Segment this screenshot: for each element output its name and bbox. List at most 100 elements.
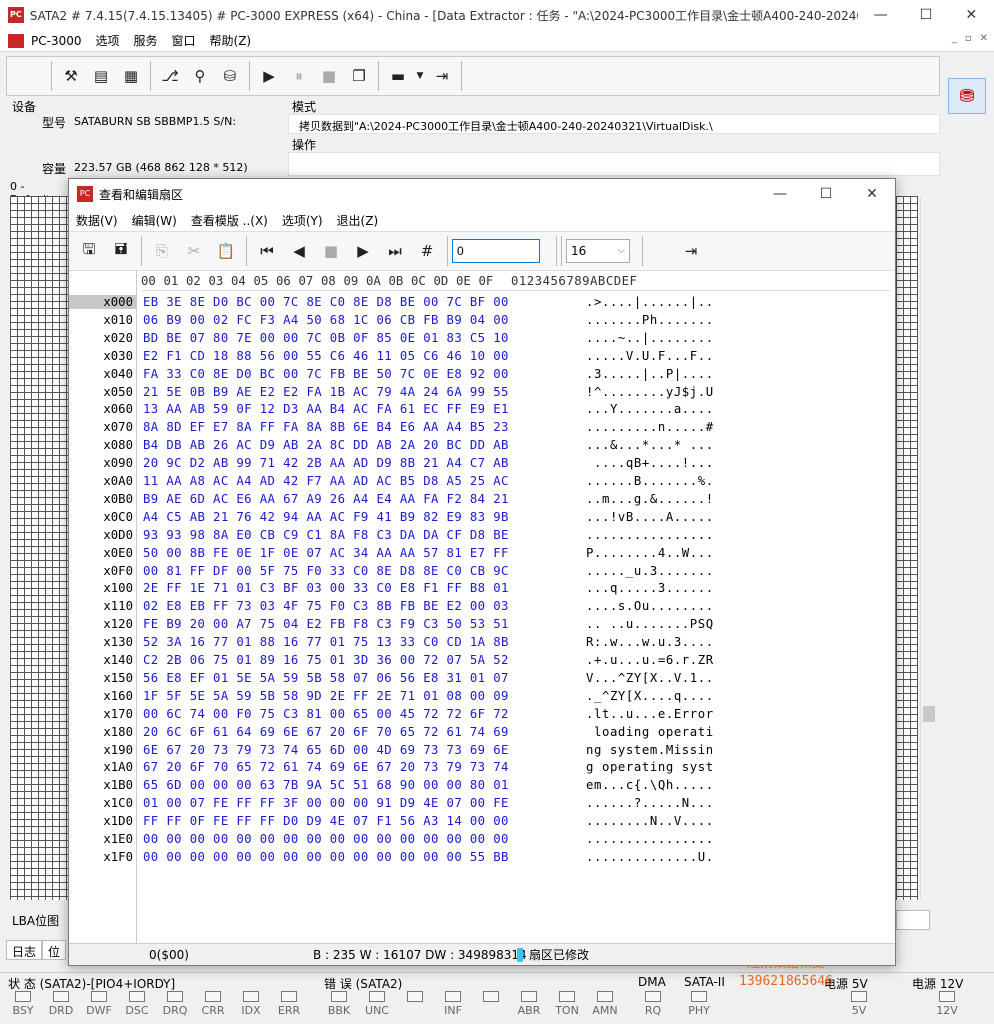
- hex-row[interactable]: x180 20 6C 6F 61 64 69 6E 67 20 6F 70 65 …: [69, 723, 895, 741]
- hex-row[interactable]: x080 B4 DB AB 26 AC D9 AB 2A 8C DD AB 2A …: [69, 436, 895, 454]
- hex-row[interactable]: x120 FE B9 20 00 A7 75 04 E2 FB F8 C3 F9 …: [69, 615, 895, 633]
- pause-icon[interactable]: ⏸: [284, 61, 314, 91]
- tab-position[interactable]: 位: [42, 940, 67, 960]
- dialog-maximize-button[interactable]: ☐: [803, 179, 849, 209]
- hex-row[interactable]: x0B0 B9 AE 6D AC E6 AA 67 A9 26 A4 E4 AA …: [69, 490, 895, 508]
- mdi-close-button[interactable]: ✕: [980, 33, 988, 44]
- mdi-minimize-button[interactable]: _: [952, 33, 957, 44]
- last-sector-icon[interactable]: ⏭: [379, 236, 411, 266]
- goto-sector-icon[interactable]: #: [411, 236, 443, 266]
- row-hex[interactable]: 00 81 FF DF 00 5F 75 F0 33 C0 8E D8 8E C…: [143, 564, 569, 578]
- row-hex[interactable]: 20 6C 6F 61 64 69 6E 67 20 6F 70 65 72 6…: [143, 725, 569, 739]
- map-tab[interactable]: 0 - Default: [10, 180, 68, 206]
- row-hex[interactable]: 50 00 8B FE 0E 1F 0E 07 AC 34 AA AA 57 8…: [143, 546, 569, 560]
- menu-options[interactable]: 选项: [88, 32, 126, 49]
- hex-row[interactable]: x100 2E FF 1E 71 01 C3 BF 03 00 33 C0 E8 …: [69, 579, 895, 597]
- row-hex[interactable]: 2E FF 1E 71 01 C3 BF 03 00 33 C0 E8 F1 F…: [143, 581, 569, 595]
- row-hex[interactable]: 65 6D 00 00 00 63 7B 9A 5C 51 68 90 00 0…: [143, 778, 569, 792]
- tab-log[interactable]: 日志: [6, 940, 43, 960]
- row-hex[interactable]: 02 E8 EB FF 73 03 4F 75 F0 C3 8B FB BE E…: [143, 599, 569, 613]
- hex-row[interactable]: x130 52 3A 16 77 01 88 16 77 01 75 13 33 …: [69, 633, 895, 651]
- hex-row[interactable]: x030 E2 F1 CD 18 88 56 00 55 C6 46 11 05 …: [69, 347, 895, 365]
- row-hex[interactable]: 6E 67 20 73 79 73 74 65 6D 00 4D 69 73 7…: [143, 743, 569, 757]
- minimize-button[interactable]: —: [858, 0, 903, 30]
- row-hex[interactable]: 67 20 6F 70 65 72 61 74 69 6E 67 20 73 7…: [143, 760, 569, 774]
- maximize-button[interactable]: ☐: [903, 0, 948, 30]
- menu-data[interactable]: 数据(V): [69, 212, 125, 229]
- hex-row[interactable]: x110 02 E8 EB FF 73 03 4F 75 F0 C3 8B FB …: [69, 597, 895, 615]
- columns-select[interactable]: 16 ⌵: [566, 239, 630, 263]
- paste-icon[interactable]: 📋: [210, 236, 242, 266]
- menu-dialog-options[interactable]: 选项(Y): [275, 212, 330, 229]
- row-hex[interactable]: A4 C5 AB 21 76 42 94 AA AC F9 41 B9 82 E…: [143, 510, 569, 524]
- dialog-exit-icon[interactable]: ⇥: [675, 236, 707, 266]
- hex-row[interactable]: x1A0 67 20 6F 70 65 72 61 74 69 6E 67 20 …: [69, 758, 895, 776]
- exit-icon[interactable]: ⇥: [427, 61, 457, 91]
- hex-row[interactable]: x0A0 11 AA A8 AC A4 AD 42 F7 AA AD AC B5 …: [69, 472, 895, 490]
- tree-icon[interactable]: ⎇: [155, 61, 185, 91]
- menu-pc3000[interactable]: PC-3000: [24, 34, 88, 48]
- save-as-icon[interactable]: 🖬: [105, 236, 137, 266]
- hex-row[interactable]: x160 1F 5F 5E 5A 59 5B 58 9D 2E FF 2E 71 …: [69, 687, 895, 705]
- chevron-down-icon[interactable]: ▼: [413, 61, 427, 91]
- hex-row[interactable]: x040 FA 33 C0 8E D0 BC 00 7C FB BE 50 7C …: [69, 365, 895, 383]
- stop-icon[interactable]: ■: [314, 61, 344, 91]
- prev-sector-icon[interactable]: ◀: [283, 236, 315, 266]
- hex-row[interactable]: x0E0 50 00 8B FE 0E 1F 0E 07 AC 34 AA AA …: [69, 544, 895, 562]
- row-hex[interactable]: 8A 8D EF E7 8A FF FA 8A 8B 6E B4 E6 AA A…: [143, 420, 569, 434]
- hex-row[interactable]: x1F0 00 00 00 00 00 00 00 00 00 00 00 00 …: [69, 848, 895, 866]
- screen-icon[interactable]: ▬: [383, 61, 413, 91]
- copy-icon[interactable]: ⎘: [146, 236, 178, 266]
- row-hex[interactable]: B4 DB AB 26 AC D9 AB 2A 8C DD AB 2A 20 B…: [143, 438, 569, 452]
- hex-row[interactable]: x0C0 A4 C5 AB 21 76 42 94 AA AC F9 41 B9 …: [69, 508, 895, 526]
- hex-row[interactable]: x150 56 E8 EF 01 5E 5A 59 5B 58 07 06 56 …: [69, 669, 895, 687]
- hex-row[interactable]: x010 06 B9 00 02 FC F3 A4 50 68 1C 06 CB …: [69, 311, 895, 329]
- sector-offset-input[interactable]: [452, 239, 540, 263]
- hex-row[interactable]: x000 EB 3E 8E D0 BC 00 7C 8E C0 8E D8 BE …: [69, 293, 895, 311]
- hex-row[interactable]: x0D0 93 93 98 8A E0 CB C9 C1 8A F8 C3 DA …: [69, 526, 895, 544]
- row-hex[interactable]: 00 6C 74 00 F0 75 C3 81 00 65 00 45 72 7…: [143, 707, 569, 721]
- menu-window[interactable]: 窗口: [165, 32, 203, 49]
- row-hex[interactable]: 20 9C D2 AB 99 71 42 2B AA AD D9 8B 21 A…: [143, 456, 569, 470]
- row-hex[interactable]: 11 AA A8 AC A4 AD 42 F7 AA AD AC B5 D8 A…: [143, 474, 569, 488]
- map-scrollbar[interactable]: [920, 196, 936, 900]
- row-hex[interactable]: 1F 5F 5E 5A 59 5B 58 9D 2E FF 2E 71 01 0…: [143, 689, 569, 703]
- row-hex[interactable]: 21 5E 0B B9 AE E2 E2 FA 1B AC 79 4A 24 6…: [143, 385, 569, 399]
- hex-row[interactable]: x090 20 9C D2 AB 99 71 42 2B AA AD D9 8B …: [69, 454, 895, 472]
- row-hex[interactable]: 52 3A 16 77 01 88 16 77 01 75 13 33 C0 C…: [143, 635, 569, 649]
- menu-help[interactable]: 帮助(Z): [203, 32, 259, 49]
- next-sector-icon[interactable]: ▶: [347, 236, 379, 266]
- binoculars-icon[interactable]: ⚲: [185, 61, 215, 91]
- row-hex[interactable]: 00 00 00 00 00 00 00 00 00 00 00 00 00 0…: [143, 850, 569, 864]
- row-hex[interactable]: FA 33 C0 8E D0 BC 00 7C FB BE 50 7C 0E E…: [143, 367, 569, 381]
- menu-edit[interactable]: 编辑(W): [125, 212, 184, 229]
- database-icon[interactable]: ⛃: [948, 78, 986, 114]
- hex-row[interactable]: x1D0 FF FF 0F FE FF FF D0 D9 4E 07 F1 56 …: [69, 812, 895, 830]
- cut-icon[interactable]: ✂: [178, 236, 210, 266]
- close-button[interactable]: ✕: [949, 0, 994, 30]
- menu-exit[interactable]: 退出(Z): [330, 212, 386, 229]
- menu-view-template[interactable]: 查看模版 ..(X): [184, 212, 275, 229]
- hex-row[interactable]: x060 13 AA AB 59 0F 12 D3 AA B4 AC FA 61 …: [69, 400, 895, 418]
- row-hex[interactable]: FE B9 20 00 A7 75 04 E2 FB F8 C3 F9 C3 5…: [143, 617, 569, 631]
- save-icon[interactable]: 🖫: [73, 236, 105, 266]
- row-hex[interactable]: FF FF 0F FE FF FF D0 D9 4E 07 F1 56 A3 1…: [143, 814, 569, 828]
- mdi-restore-button[interactable]: ▫: [965, 33, 972, 44]
- hex-row[interactable]: x1B0 65 6D 00 00 00 63 7B 9A 5C 51 68 90 …: [69, 776, 895, 794]
- hex-row[interactable]: x140 C2 2B 06 75 01 89 16 75 01 3D 36 00 …: [69, 651, 895, 669]
- row-hex[interactable]: 00 00 00 00 00 00 00 00 00 00 00 00 00 0…: [143, 832, 569, 846]
- first-sector-icon[interactable]: ⏮: [251, 236, 283, 266]
- hex-row[interactable]: x190 6E 67 20 73 79 73 74 65 6D 00 4D 69 …: [69, 741, 895, 759]
- stop-sector-icon[interactable]: ■: [315, 236, 347, 266]
- row-hex[interactable]: C2 2B 06 75 01 89 16 75 01 3D 36 00 72 0…: [143, 653, 569, 667]
- hex-row[interactable]: x070 8A 8D EF E7 8A FF FA 8A 8B 6E B4 E6 …: [69, 418, 895, 436]
- windows-icon[interactable]: ❐: [344, 61, 374, 91]
- row-hex[interactable]: E2 F1 CD 18 88 56 00 55 C6 46 11 05 C6 4…: [143, 349, 569, 363]
- hex-row[interactable]: x020 BD BE 07 80 7E 00 00 7C 0B 0F 85 0E …: [69, 329, 895, 347]
- tools-icon[interactable]: ⚒: [56, 61, 86, 91]
- row-hex[interactable]: BD BE 07 80 7E 00 00 7C 0B 0F 85 0E 01 8…: [143, 331, 569, 345]
- hex-row[interactable]: x1E0 00 00 00 00 00 00 00 00 00 00 00 00 …: [69, 830, 895, 848]
- hex-row[interactable]: x1C0 01 00 07 FE FF FF 3F 00 00 00 91 D9 …: [69, 794, 895, 812]
- row-hex[interactable]: B9 AE 6D AC E6 AA 67 A9 26 A4 E4 AA FA F…: [143, 492, 569, 506]
- row-hex[interactable]: 56 E8 EF 01 5E 5A 59 5B 58 07 06 56 E8 3…: [143, 671, 569, 685]
